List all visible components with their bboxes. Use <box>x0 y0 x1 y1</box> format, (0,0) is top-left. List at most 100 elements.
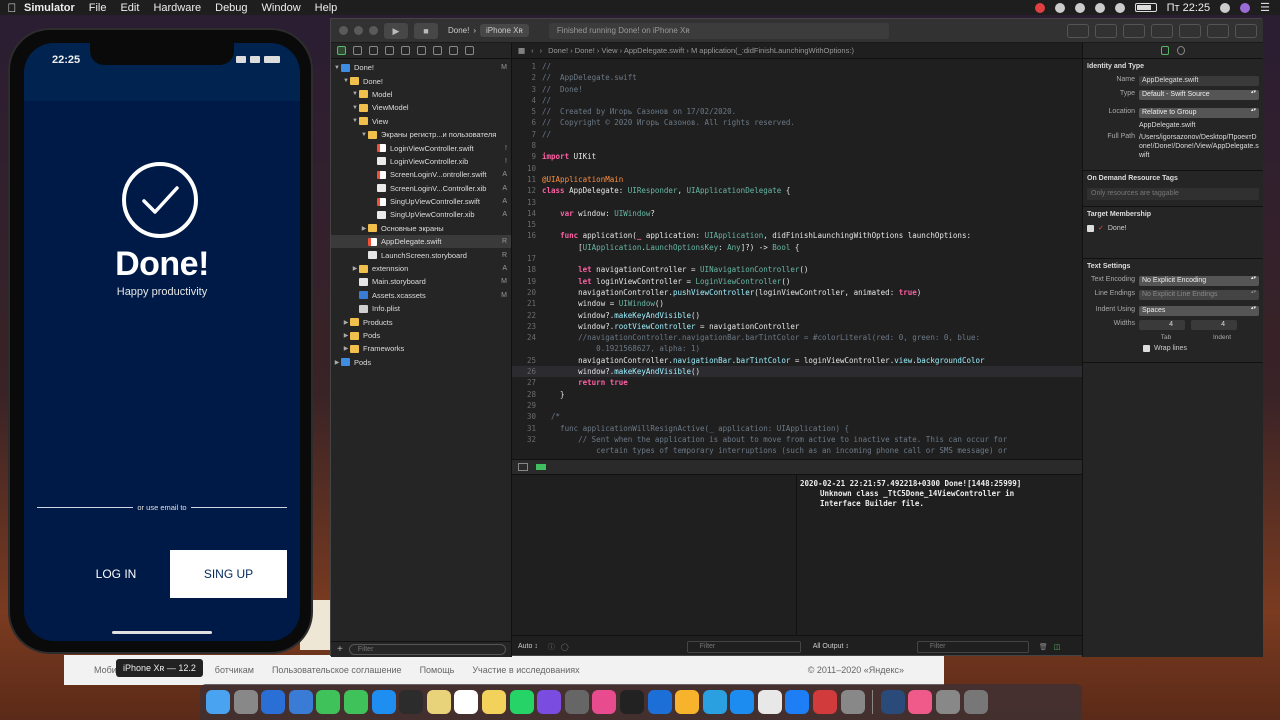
dock-launchpad-icon[interactable] <box>233 690 258 714</box>
wrap-lines-checkbox[interactable] <box>1143 345 1150 352</box>
hide-debug-area-icon[interactable] <box>518 463 528 471</box>
encoding-popup[interactable]: No Explicit Encoding <box>1139 276 1259 286</box>
breakpoint-navigator-tab[interactable] <box>449 46 458 55</box>
footer-link[interactable]: ботчикам <box>215 665 254 675</box>
output-select[interactable]: All Output ↕ <box>813 643 849 650</box>
navigator-item[interactable]: LaunchScreen.storyboard R <box>331 248 511 261</box>
breakpoints-toggle-icon[interactable] <box>536 464 546 470</box>
line-number[interactable]: 6 <box>512 117 542 128</box>
code-line[interactable]: 3// Done! <box>512 84 1082 95</box>
disclosure-closed-icon[interactable]: ▶ <box>342 345 350 352</box>
navigator-item[interactable]: ▼ Экраны регистр...и пользователя <box>331 128 511 141</box>
menu-window[interactable]: Window <box>262 2 301 14</box>
find-navigator-tab[interactable] <box>385 46 394 55</box>
line-number[interactable]: 16 <box>512 230 542 241</box>
disclosure-open-icon[interactable]: ▼ <box>351 118 359 124</box>
toggle-inspector-button[interactable] <box>1235 23 1257 38</box>
dock-sketch-icon[interactable] <box>675 690 700 714</box>
add-icon[interactable]: + <box>337 644 343 655</box>
code-line[interactable]: 27 return true <box>512 377 1082 388</box>
zoom-button[interactable] <box>369 26 378 35</box>
menubar-clock[interactable]: Пт 22:25 <box>1167 2 1211 14</box>
dock-acrobat-icon[interactable] <box>813 690 838 714</box>
console-filter-input[interactable]: Filter <box>916 640 1029 653</box>
code-line[interactable]: 28 } <box>512 389 1082 400</box>
navigator-item[interactable]: Main.storyboard M <box>331 275 511 288</box>
dock-notes-icon[interactable] <box>426 690 451 714</box>
code-line[interactable]: 16 func application(_ application: UIApp… <box>512 230 1082 241</box>
code-line[interactable]: 2// AppDelegate.swift <box>512 72 1082 83</box>
code-line[interactable]: 21 window = UIWindow() <box>512 298 1082 309</box>
navigator-item[interactable]: Info.plist <box>331 302 511 315</box>
line-number[interactable]: 26 <box>512 366 542 377</box>
code-line[interactable]: 13 <box>512 197 1082 208</box>
wifi-icon[interactable] <box>1074 2 1085 13</box>
console-output[interactable]: 2020-02-21 22:21:57.492218+0300 Done![14… <box>798 475 1082 635</box>
code-line[interactable]: 4// <box>512 95 1082 106</box>
code-line[interactable]: 18 let navigationController = UINavigati… <box>512 264 1082 275</box>
dock-telegram-icon[interactable] <box>702 690 727 714</box>
variables-filter-input[interactable]: Filter <box>686 640 801 653</box>
line-number[interactable]: 11 <box>512 174 542 185</box>
code-line[interactable]: 30 /* <box>512 411 1082 422</box>
disclosure-closed-icon[interactable]: ▶ <box>360 225 368 232</box>
grid-icon[interactable]: ▦ <box>518 46 525 55</box>
dock-maps-icon[interactable] <box>647 690 672 714</box>
navigator-filter-input[interactable]: Filter <box>348 644 506 655</box>
quick-help-tab[interactable] <box>1177 46 1185 55</box>
code-line[interactable]: certain types of temporary interruptions… <box>512 445 1082 456</box>
notification-center-icon[interactable]: ☰ <box>1260 1 1270 14</box>
home-indicator[interactable] <box>112 631 212 634</box>
code-line[interactable]: 17 <box>512 253 1082 264</box>
line-number[interactable]: 25 <box>512 355 542 366</box>
back-icon[interactable]: ‹ <box>531 46 534 55</box>
line-number[interactable]: 23 <box>512 321 542 332</box>
apple-menu-icon[interactable]:  <box>0 1 24 15</box>
navigator-item[interactable]: SingUpViewController.swift A <box>331 195 511 208</box>
line-number[interactable]: 15 <box>512 219 542 230</box>
yandex-icon[interactable] <box>1054 2 1065 13</box>
code-area[interactable]: 1//2// AppDelegate.swift 3// Done! 4//5// … <box>512 59 1082 456</box>
code-line[interactable]: 12 class AppDelegate: UIResponder, UIAppl… <box>512 185 1082 196</box>
report-navigator-tab[interactable] <box>465 46 474 55</box>
project-navigator-tab[interactable] <box>337 46 346 55</box>
navigator-item[interactable]: ▶ extennsion A <box>331 262 511 275</box>
navigator-item[interactable]: ▶ Основные экраны <box>331 222 511 235</box>
disclosure-open-icon[interactable]: ▼ <box>342 78 350 84</box>
line-number[interactable]: 22 <box>512 310 542 321</box>
disclosure-closed-icon[interactable]: ▶ <box>351 265 359 272</box>
line-number[interactable] <box>512 242 542 253</box>
siri-icon[interactable] <box>1240 2 1251 13</box>
code-line[interactable]: 29 <box>512 400 1082 411</box>
code-line[interactable]: 19 let loginViewController = LoginViewCo… <box>512 276 1082 287</box>
run-button[interactable]: ▶ <box>384 22 408 39</box>
line-number[interactable]: 14 <box>512 208 542 219</box>
dock-preferences-icon[interactable] <box>936 690 961 714</box>
code-line[interactable]: 14 var window: UIWindow? <box>512 208 1082 219</box>
close-button[interactable] <box>339 26 348 35</box>
dock-calendar-icon[interactable] <box>454 690 479 714</box>
info-icon[interactable]: ⓘ <box>548 642 555 652</box>
code-line[interactable]: 31 func applicationWillResignActive(_ ap… <box>512 423 1082 434</box>
toggle-navigator-button[interactable] <box>1179 23 1201 38</box>
line-number[interactable]: 1 <box>512 61 542 72</box>
line-number[interactable]: 10 <box>512 163 542 174</box>
disclosure-closed-icon[interactable]: ▶ <box>342 319 350 326</box>
cast-icon[interactable] <box>1094 2 1105 13</box>
dock-lens-icon[interactable] <box>592 690 617 714</box>
navigator-item[interactable]: LoginViewController.swift! <box>331 141 511 154</box>
code-line[interactable]: 10 <box>512 163 1082 174</box>
code-line[interactable]: 26 window?.makeKeyAndVisible() <box>512 366 1082 378</box>
jump-bar[interactable]: ▦ ‹ › Done! › Done! › View › AppDelegate… <box>512 43 1082 59</box>
navigator-item[interactable]: Assets.xcassets M <box>331 289 511 302</box>
line-number[interactable] <box>512 445 542 456</box>
navigator-item[interactable]: ▼ ViewModel <box>331 101 511 114</box>
dock-facetime-icon[interactable] <box>343 690 368 714</box>
line-number[interactable]: 13 <box>512 197 542 208</box>
toggle-debug-button[interactable] <box>1207 23 1229 38</box>
line-number[interactable]: 28 <box>512 389 542 400</box>
dock-chrome-icon[interactable] <box>757 690 782 714</box>
target-checkbox[interactable] <box>1087 224 1094 232</box>
line-number[interactable]: 8 <box>512 140 542 151</box>
login-button[interactable]: LOG IN <box>66 550 166 598</box>
